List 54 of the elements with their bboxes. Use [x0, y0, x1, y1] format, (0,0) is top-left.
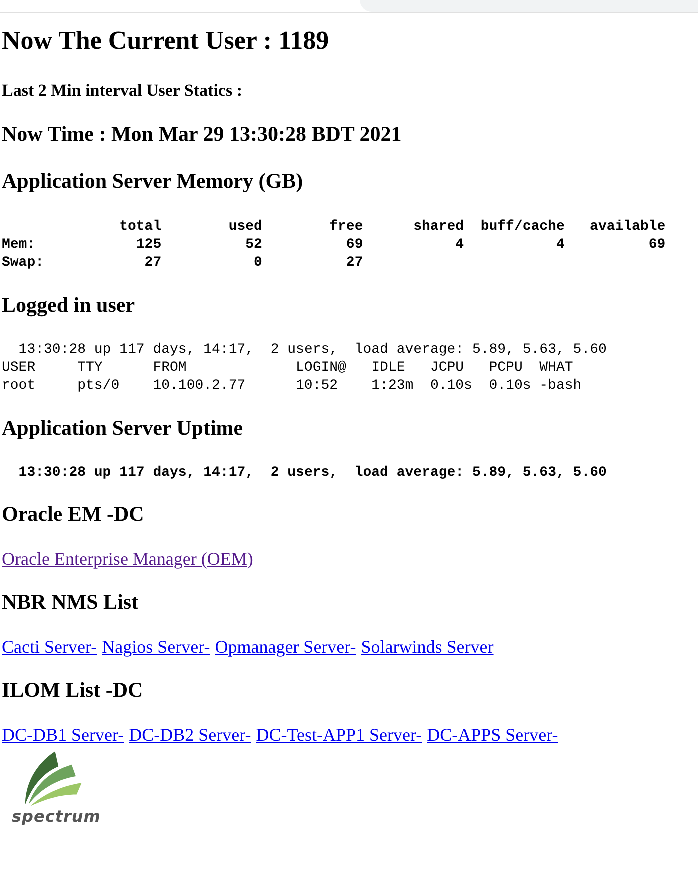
column-header: buff/cache [480, 218, 565, 236]
section-heading: Logged in user [2, 292, 136, 318]
column-header: IDLE [372, 360, 406, 376]
section-heading: Application Server Uptime [2, 415, 244, 441]
column-header: WHAT [540, 360, 574, 376]
link[interactable]: Oracle Enterprise Manager (OEM) [2, 548, 254, 570]
row-label: Swap: [2, 255, 44, 271]
link[interactable]: Nagios Server- [102, 636, 210, 658]
page-subtitle: Last 2 Min interval User Statics : [2, 81, 242, 101]
column-header: FROM [153, 360, 187, 376]
table-cell: 52 [246, 236, 262, 254]
column-header: shared [414, 218, 464, 236]
column-header: USER [2, 360, 36, 376]
table-cell: 0.10s [430, 378, 472, 394]
table-cell: 1:23m [372, 378, 414, 394]
uptime-line: 13:30:28 up 117 days, 14:17, 2 users, load average: 5.89, 5.63, 5.60 [18, 465, 607, 481]
table-cell: 10:52 [296, 378, 338, 394]
column-header: PCPU [489, 360, 523, 376]
table-cell: 69 [346, 236, 364, 254]
table-cell: 10.100.2.77 [153, 378, 246, 394]
table-cell: 0.10s [489, 378, 532, 394]
column-header: used [228, 218, 262, 236]
table-cell: 27 [346, 254, 364, 272]
section-heading: Application Server Memory (GB) [2, 168, 304, 194]
table-cell: pts/0 [78, 378, 120, 394]
table-cell: -bash [540, 378, 582, 394]
row-label: Mem: [2, 237, 36, 253]
page-title: Now The Current User : 1189 [2, 26, 330, 56]
link[interactable]: Cacti Server- [2, 636, 98, 658]
section-heading: Oracle EM -DC [2, 501, 144, 527]
table-cell: 125 [136, 236, 162, 254]
uptime-summary: 13:30:28 up 117 days, 14:17, 2 users, load average: 5.89, 5.63, 5.60 [18, 342, 607, 358]
section-heading: NBR NMS List [2, 589, 139, 615]
table-cell: 4 [556, 236, 565, 254]
column-header: available [590, 218, 666, 236]
logo-text: spectrum [12, 808, 101, 826]
current-time: Now Time : Mon Mar 29 13:30:28 BDT 2021 [2, 121, 402, 147]
table-cell: 0 [254, 254, 262, 272]
table-cell: 27 [144, 254, 162, 272]
link[interactable]: DC-Test-APP1 Server- [256, 724, 422, 746]
link[interactable]: DC-DB2 Server- [129, 724, 252, 746]
column-header: JCPU [430, 360, 464, 376]
column-header: total [120, 218, 162, 236]
column-header: LOGIN@ [296, 360, 346, 376]
table-cell: 69 [648, 236, 666, 254]
column-header: TTY [78, 360, 103, 376]
table-cell: root [2, 378, 36, 394]
link[interactable]: DC-APPS Server- [427, 724, 558, 746]
column-header: free [330, 218, 364, 236]
link[interactable]: Solarwinds Server [361, 636, 494, 658]
section-heading: ILOM List -DC [2, 677, 144, 703]
link[interactable]: Opmanager Server- [215, 636, 356, 658]
link[interactable]: DC-DB1 Server- [2, 724, 124, 746]
table-cell: 4 [456, 236, 464, 254]
